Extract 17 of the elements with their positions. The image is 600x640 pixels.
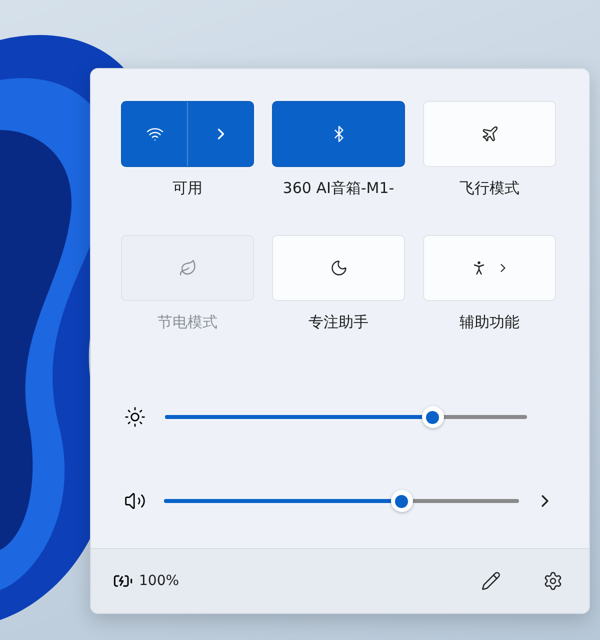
tile-label: 辅助功能	[458, 312, 520, 333]
tile-label: 飞行模式	[458, 178, 520, 199]
moon-icon	[330, 259, 348, 277]
slider-thumb[interactable]	[422, 406, 444, 428]
wifi-icon	[146, 125, 164, 143]
volume-slider[interactable]	[164, 490, 519, 512]
speaker-icon	[124, 490, 146, 512]
airplane-icon	[480, 125, 498, 143]
tile-label: 360 AI音箱-M1-	[282, 178, 396, 199]
slider-thumb[interactable]	[390, 490, 413, 512]
tile-label: 节电模式	[156, 312, 218, 333]
sun-icon	[124, 406, 146, 428]
tile-label: 可用	[172, 178, 204, 199]
battery-percentage: 100%	[139, 573, 180, 589]
tile-label: 专注助手	[308, 312, 370, 333]
brightness-slider[interactable]	[165, 406, 527, 428]
leaf-icon	[178, 259, 196, 277]
